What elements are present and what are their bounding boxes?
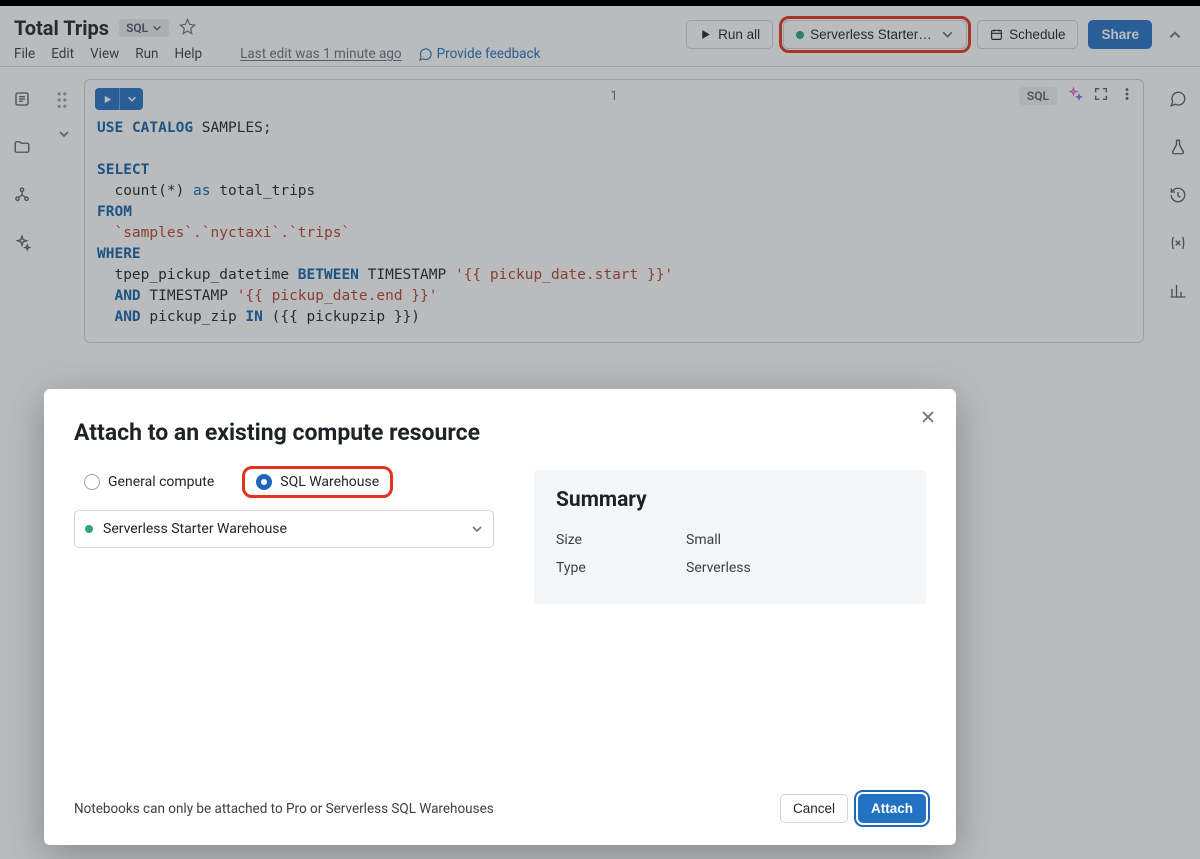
radio-off-icon	[84, 474, 100, 490]
radio-general-label: General compute	[108, 474, 214, 490]
warehouse-select-label: Serverless Starter Warehouse	[103, 521, 287, 537]
summary-heading: Summary	[556, 488, 904, 512]
radio-general-compute[interactable]: General compute	[74, 470, 224, 494]
attach-label: Attach	[871, 801, 913, 816]
modal-overlay: Attach to an existing compute resource G…	[0, 6, 1200, 859]
summary-size-key: Size	[556, 532, 686, 548]
dialog-footer-note: Notebooks can only be attached to Pro or…	[74, 801, 494, 817]
dialog-title: Attach to an existing compute resource	[74, 419, 926, 446]
summary-panel: Summary SizeSmall TypeServerless	[534, 470, 926, 604]
radio-sql-label: SQL Warehouse	[280, 474, 379, 490]
attach-button[interactable]: Attach	[858, 794, 926, 823]
close-icon[interactable]	[920, 409, 936, 429]
cancel-label: Cancel	[793, 801, 835, 816]
status-dot-icon	[85, 525, 93, 533]
attach-compute-dialog: Attach to an existing compute resource G…	[44, 389, 956, 845]
summary-type-val: Serverless	[686, 560, 751, 576]
warehouse-select[interactable]: Serverless Starter Warehouse	[74, 510, 494, 548]
chevron-down-icon	[471, 523, 483, 535]
cancel-button[interactable]: Cancel	[780, 794, 848, 823]
radio-on-icon	[256, 474, 272, 490]
summary-size-val: Small	[686, 532, 721, 548]
radio-sql-warehouse[interactable]: SQL Warehouse	[246, 470, 389, 494]
summary-type-key: Type	[556, 560, 686, 576]
